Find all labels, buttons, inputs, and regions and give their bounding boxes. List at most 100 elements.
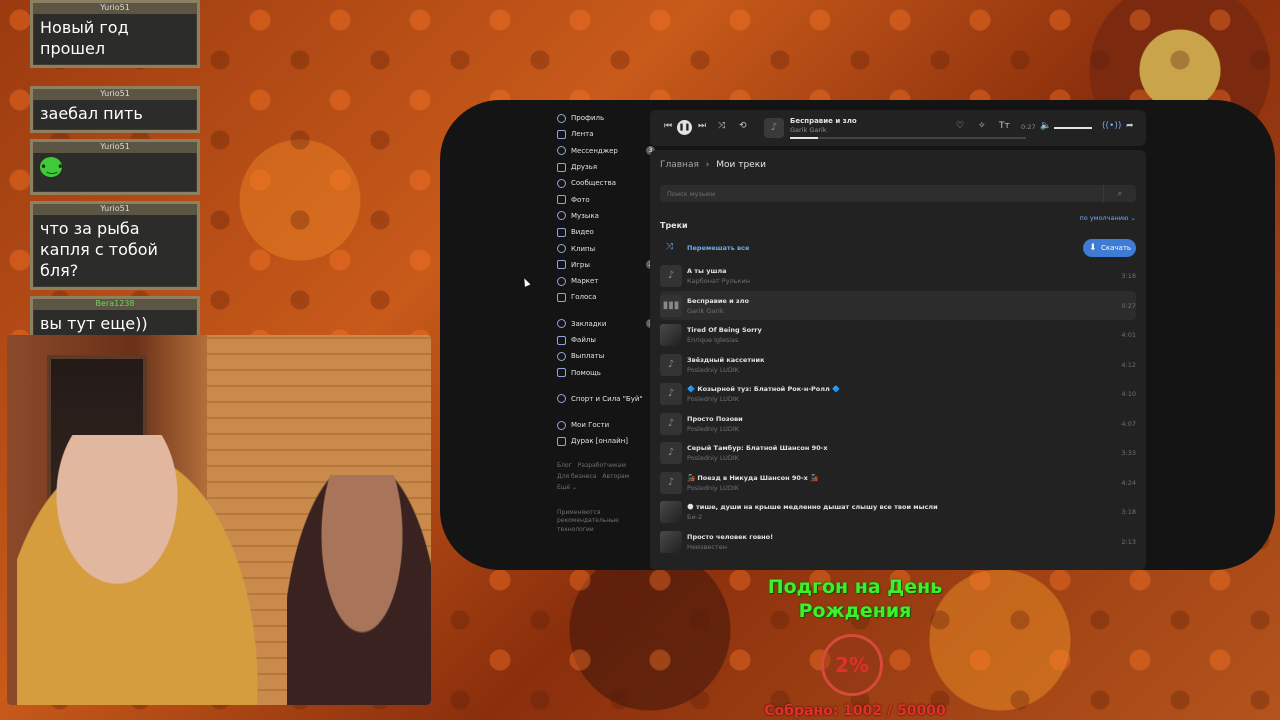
- webcam-person-left: [17, 435, 267, 705]
- track-artist[interactable]: Би-2: [687, 513, 702, 521]
- sort-dropdown[interactable]: по умолчанию ⌄: [1080, 214, 1136, 222]
- music-search-input[interactable]: Поиск музыки ⌕: [660, 185, 1136, 202]
- chat-message: Yurio51 что за рыба капля с тобой бля?: [30, 201, 200, 290]
- playing-bars-icon[interactable]: ▮▮▮: [660, 294, 682, 317]
- sidebar-item[interactable]: Музыка: [557, 208, 652, 224]
- sidebar-item[interactable]: Маркет: [557, 273, 652, 289]
- shuffle-row: ⤨ Перемешать все ⬇ Скачать: [660, 239, 1136, 257]
- previous-icon[interactable]: ⏮: [664, 121, 672, 131]
- sidebar-item[interactable]: Файлы: [557, 332, 652, 348]
- track-artist[interactable]: Garik Garik: [687, 307, 724, 315]
- shuffle-all-icon[interactable]: ⤨: [666, 242, 673, 252]
- sidebar-item-label: Голоса: [571, 293, 597, 302]
- recommend-icon[interactable]: ✧: [978, 121, 986, 131]
- sidebar-item[interactable]: Закладки3: [557, 316, 655, 332]
- track-artist[interactable]: Posledniy LUDIK: [687, 425, 739, 433]
- now-playing-title[interactable]: Бесправие и зло: [790, 117, 857, 125]
- track-duration: 3:18: [1121, 508, 1136, 516]
- playback-time: 0:27: [1021, 123, 1036, 131]
- sidebar-item[interactable]: Лента: [557, 126, 652, 142]
- track-duration: 0:27: [1121, 301, 1136, 310]
- track-cover-icon[interactable]: [660, 530, 682, 553]
- track-row[interactable]: Tired Of Being Sorry Enrique Iglesias 4:01: [660, 320, 1136, 350]
- track-row[interactable]: ♪ 🚂 Поезд в Никуда Шансон 90-х 🚂 Posledniy…: [660, 468, 1136, 498]
- track-artist[interactable]: Карбонат Рулькин: [687, 277, 750, 285]
- sidebar-item[interactable]: Фото: [557, 191, 652, 207]
- track-cover-icon[interactable]: ♪: [660, 265, 682, 287]
- track-row[interactable]: Просто человек говно! Неизвестен 2:13: [660, 527, 1136, 557]
- sidebar-item[interactable]: Профиль: [557, 110, 652, 126]
- track-duration: 4:10: [1121, 390, 1136, 398]
- footer-link-dev[interactable]: Разработчикам: [578, 462, 626, 469]
- track-cover-icon[interactable]: ♪: [660, 442, 682, 464]
- sidebar-item[interactable]: Выплаты: [557, 348, 652, 364]
- video-icon: [557, 227, 566, 237]
- track-title: Просто Позови: [687, 414, 743, 423]
- sidebar-item[interactable]: Видео: [557, 224, 652, 240]
- track-cover-icon[interactable]: [660, 324, 682, 346]
- shuffle-icon[interactable]: ⤨: [718, 121, 725, 131]
- breadcrumb-current: Мои треки: [716, 160, 766, 170]
- now-playing-artist[interactable]: Garik Garik: [790, 126, 827, 134]
- track-row[interactable]: ♪ А ты ушла Карбонат Рулькин 3:18: [660, 261, 1136, 291]
- chat-username: Bera1238: [33, 299, 197, 310]
- track-artist[interactable]: Неизвестен: [687, 543, 727, 551]
- chat-text: заебал пить: [40, 104, 143, 123]
- broadcast-icon[interactable]: ((•)): [1102, 121, 1121, 131]
- webcam-feed: [7, 335, 431, 705]
- track-cover-icon[interactable]: ♪: [660, 412, 682, 435]
- footer-link-more[interactable]: Ещё ⌄: [557, 484, 577, 491]
- breadcrumb: Главная › Мои треки: [660, 160, 1136, 176]
- footer-link-authors[interactable]: Авторам: [602, 473, 629, 480]
- next-icon[interactable]: ⏭: [698, 121, 706, 131]
- lyrics-icon[interactable]: Tт: [999, 121, 1010, 131]
- stream-chat: Yurio51 Новый год прошел Yurio51 заебал …: [30, 0, 202, 349]
- sidebar-item[interactable]: Дурак [онлайн]: [557, 433, 652, 449]
- track-row[interactable]: 🌑 тише, души на крыше медленно дышат слы…: [660, 497, 1136, 527]
- browser-window: Профиль Лента Мессенджер 3 Друзья Сообщества Ф…: [440, 100, 1275, 570]
- track-artist[interactable]: Posledniy LUDIK: [687, 454, 739, 462]
- track-cover-icon[interactable]: ♪: [660, 383, 682, 405]
- chat-message: Yurio51 •‿•: [30, 139, 200, 195]
- track-artist[interactable]: Posledniy LUDIK: [687, 484, 739, 492]
- share-icon[interactable]: ➦: [1126, 121, 1134, 131]
- search-icon[interactable]: ⌕: [1103, 185, 1136, 202]
- download-button[interactable]: ⬇ Скачать: [1083, 239, 1136, 257]
- sidebar-item[interactable]: Мессенджер 3: [557, 143, 655, 159]
- shuffle-all-button[interactable]: Перемешать все: [687, 244, 749, 252]
- dislike-icon[interactable]: ♡: [956, 121, 964, 131]
- sidebar-item[interactable]: Голоса: [557, 289, 652, 305]
- footer-link-business[interactable]: Для бизнеса: [557, 473, 596, 480]
- track-cover-icon[interactable]: ♪: [660, 471, 682, 494]
- track-title: А ты ушла: [687, 267, 727, 275]
- sidebar-item[interactable]: Сообщества: [557, 175, 652, 191]
- pause-button[interactable]: ❚❚: [677, 120, 692, 135]
- track-row[interactable]: ♪ Просто Позови Posledniy LUDIK 4:07: [660, 409, 1136, 439]
- files-icon: [557, 335, 566, 345]
- sidebar-item[interactable]: Игры2: [557, 257, 655, 273]
- sidebar-item[interactable]: Спорт и Сила "Буй": [557, 391, 652, 407]
- track-row[interactable]: ▮▮▮ Бесправие и зло Garik Garik 0:27: [660, 290, 1136, 320]
- volume-slider[interactable]: [1054, 127, 1092, 129]
- sidebar-item[interactable]: Друзья: [557, 159, 652, 175]
- track-row[interactable]: ♪ Серый Тамбур: Блатной Шансон 90-х Posled…: [660, 438, 1136, 468]
- track-list: ♪ А ты ушла Карбонат Рулькин 3:18 ▮▮▮ Бесправ…: [660, 261, 1136, 556]
- progress-bar[interactable]: [790, 137, 1026, 139]
- track-row[interactable]: ♪ 🔷 Козырной туз: Блатной Рок-н-Ролл 🔷 Pos…: [660, 379, 1136, 409]
- track-artist[interactable]: Posledniy LUDIK: [687, 395, 739, 403]
- music-icon: [557, 211, 566, 221]
- track-duration: 3:33: [1121, 449, 1136, 457]
- track-cover-icon[interactable]: [660, 501, 682, 523]
- track-row[interactable]: ♪ Звёздный кассетник Posledniy LUDIK 4:12: [660, 350, 1136, 380]
- sidebar-item[interactable]: Помощь: [557, 364, 652, 380]
- track-cover-icon[interactable]: ♪: [660, 353, 682, 376]
- volume-icon[interactable]: 🔈: [1040, 121, 1051, 131]
- track-artist[interactable]: Posledniy LUDIK: [687, 366, 739, 374]
- sidebar-item[interactable]: Клипы: [557, 240, 652, 256]
- track-artist[interactable]: Enrique Iglesias: [687, 336, 738, 344]
- breadcrumb-home[interactable]: Главная: [660, 160, 699, 170]
- repeat-icon[interactable]: ⟲: [739, 121, 747, 131]
- sidebar-item-label: Музыка: [571, 211, 599, 220]
- sidebar-item[interactable]: Мои Гости: [557, 417, 652, 433]
- footer-link-blog[interactable]: Блог: [557, 462, 572, 469]
